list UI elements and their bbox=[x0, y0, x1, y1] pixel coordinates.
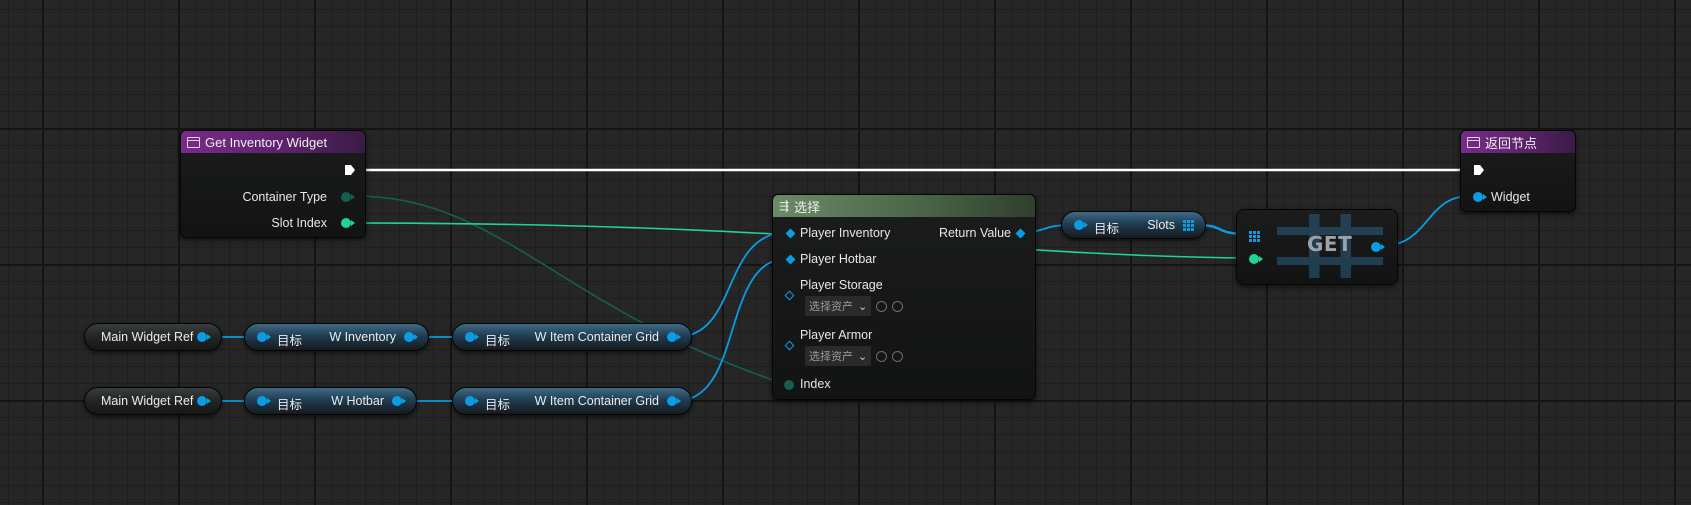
use-selected-icon[interactable] bbox=[876, 300, 888, 312]
get-label: GET bbox=[1307, 232, 1353, 256]
grid-target-pin[interactable] bbox=[465, 396, 479, 406]
return-node-header[interactable]: 返回节点 bbox=[1461, 131, 1575, 153]
slots-target-label: 目标 bbox=[1094, 222, 1120, 236]
select-node-header[interactable]: ⇶ 选择 bbox=[773, 195, 1035, 217]
main-widget-ref-label: Main Widget Ref bbox=[101, 394, 194, 408]
player-armor-label: Player Armor bbox=[800, 328, 873, 342]
w-inventory-label: W Inventory bbox=[329, 330, 396, 344]
main-widget-ref-node-2[interactable]: Main Widget Ref bbox=[84, 387, 222, 415]
w-inventory-out-pin[interactable] bbox=[404, 332, 418, 342]
w-inventory-target-pin[interactable] bbox=[257, 332, 271, 342]
dropdown-chevron-icon: ⌄ bbox=[858, 350, 868, 363]
slots-target-pin[interactable] bbox=[1074, 220, 1088, 230]
slot-index-label: Slot Index bbox=[271, 216, 327, 230]
main-widget-ref-pin[interactable] bbox=[197, 332, 211, 342]
array-grid-icon[interactable] bbox=[1249, 231, 1260, 242]
get-inventory-widget-header[interactable]: Get Inventory Widget bbox=[181, 131, 365, 153]
index-pin[interactable] bbox=[784, 380, 794, 390]
player-hotbar-pin[interactable] bbox=[785, 254, 796, 265]
get-node[interactable]: GET bbox=[1236, 209, 1398, 285]
w-hotbar-out-pin[interactable] bbox=[392, 396, 406, 406]
return-value-label: Return Value bbox=[938, 226, 1011, 240]
w-inventory-node[interactable]: 目标 W Inventory bbox=[244, 323, 429, 351]
player-storage-pin[interactable] bbox=[784, 290, 795, 301]
get-inventory-widget-title: Get Inventory Widget bbox=[205, 134, 328, 150]
select-icon: ⇶ bbox=[779, 199, 790, 213]
w-item-container-grid-label: W Item Container Grid bbox=[534, 330, 659, 344]
widget-in-pin[interactable] bbox=[1473, 192, 1487, 202]
container-type-pin[interactable] bbox=[341, 192, 355, 202]
dropdown-chevron-icon: ⌄ bbox=[858, 300, 868, 313]
function-icon bbox=[1467, 136, 1480, 148]
return-value-pin[interactable] bbox=[1015, 228, 1026, 239]
player-storage-asset-picker[interactable]: 选择资产 ⌄ bbox=[805, 296, 904, 316]
grid-out-pin[interactable] bbox=[667, 332, 681, 342]
player-inventory-pin[interactable] bbox=[785, 228, 796, 239]
return-node[interactable]: 返回节点 Widget bbox=[1460, 130, 1576, 212]
array-grid-icon[interactable] bbox=[1183, 220, 1194, 231]
get-output-pin[interactable] bbox=[1371, 242, 1385, 252]
main-widget-ref-label: Main Widget Ref bbox=[101, 330, 194, 344]
w-hotbar-target-pin[interactable] bbox=[257, 396, 271, 406]
return-node-title: 返回节点 bbox=[1485, 135, 1538, 151]
player-inventory-label: Player Inventory bbox=[800, 226, 891, 240]
select-node[interactable]: ⇶ 选择 Player Inventory Return Value Playe… bbox=[772, 194, 1036, 400]
exec-out-pin-icon[interactable] bbox=[344, 164, 356, 176]
get-index-pin[interactable] bbox=[1249, 254, 1263, 264]
player-armor-pin[interactable] bbox=[784, 340, 795, 351]
index-label: Index bbox=[800, 377, 831, 391]
w-hotbar-label: W Hotbar bbox=[331, 394, 384, 408]
browse-icon[interactable] bbox=[892, 350, 904, 362]
slots-node[interactable]: 目标 Slots bbox=[1061, 211, 1206, 239]
container-type-wire bbox=[354, 195, 786, 385]
widget-label: Widget bbox=[1491, 190, 1530, 204]
player-hotbar-label: Player Hotbar bbox=[800, 252, 877, 266]
grid-target-label: 目标 bbox=[485, 398, 511, 412]
w-hotbar-node[interactable]: 目标 W Hotbar bbox=[244, 387, 417, 415]
grid-target-pin[interactable] bbox=[465, 332, 479, 342]
slot-index-pin[interactable] bbox=[341, 218, 355, 228]
container-type-label: Container Type bbox=[242, 190, 327, 204]
w-hotbar-target-label: 目标 bbox=[277, 398, 303, 412]
use-selected-icon[interactable] bbox=[876, 350, 888, 362]
w-inventory-target-label: 目标 bbox=[277, 334, 303, 348]
get-inventory-widget-node[interactable]: Get Inventory Widget Container Type Slot… bbox=[180, 130, 366, 238]
player-storage-label: Player Storage bbox=[800, 278, 883, 292]
main-widget-ref-node-1[interactable]: Main Widget Ref bbox=[84, 323, 222, 351]
w-item-container-grid-label: W Item Container Grid bbox=[534, 394, 659, 408]
asset-picker-text: 选择资产 bbox=[809, 351, 853, 363]
exec-in-pin-icon[interactable] bbox=[1473, 164, 1485, 176]
w-item-container-grid-node-2[interactable]: 目标 W Item Container Grid bbox=[452, 387, 692, 415]
browse-icon[interactable] bbox=[892, 300, 904, 312]
select-node-title: 选择 bbox=[794, 199, 821, 215]
grid-out-pin[interactable] bbox=[667, 396, 681, 406]
main-widget-ref-pin[interactable] bbox=[197, 396, 211, 406]
function-icon bbox=[187, 136, 200, 148]
slots-label: Slots bbox=[1147, 218, 1175, 232]
asset-picker-text: 选择资产 bbox=[809, 301, 853, 313]
w-item-container-grid-node-1[interactable]: 目标 W Item Container Grid bbox=[452, 323, 692, 351]
grid-target-label: 目标 bbox=[485, 334, 511, 348]
player-armor-asset-picker[interactable]: 选择资产 ⌄ bbox=[805, 346, 904, 366]
